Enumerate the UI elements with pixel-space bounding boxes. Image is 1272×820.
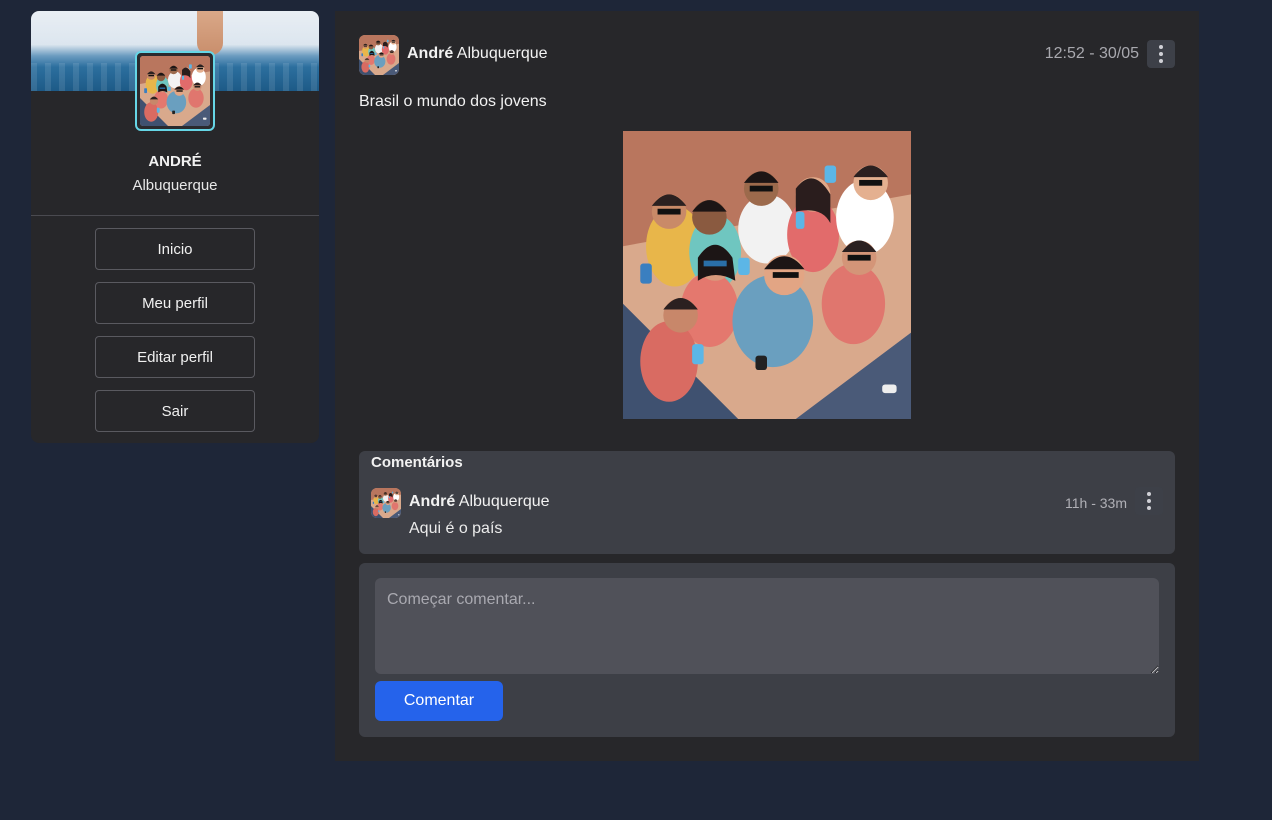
comment-author-last-name: Albuquerque [458,493,550,510]
new-comment-form: Comentar [359,563,1175,737]
comment-time: 11h - 33m [1065,495,1127,511]
group-illustration-image [623,131,911,419]
more-vertical-icon [1159,45,1163,63]
avatar-image [371,488,401,518]
divider [31,215,319,216]
profile-first-name: ANDRÉ [148,153,202,170]
nav-logout-button[interactable]: Sair [95,390,255,432]
more-vertical-icon [1147,492,1151,510]
post-author-avatar[interactable] [359,35,399,75]
comment-author-avatar[interactable] [371,488,401,518]
post-author-first-name: André [407,45,454,62]
nav-edit-profile-button[interactable]: Editar perfil [95,336,255,378]
post-image[interactable] [623,131,911,419]
post-options-button[interactable] [1147,40,1175,68]
post-author-name[interactable]: André Albuquerque [407,45,548,63]
comment-options-button[interactable] [1135,487,1163,515]
post-text: Brasil o mundo dos jovens [359,93,547,110]
post-author-last-name: Albuquerque [456,45,548,62]
cover-figure [197,11,223,55]
comment-author-name[interactable]: André Albuquerque [409,493,550,511]
nav-my-profile-button[interactable]: Meu perfil [95,282,255,324]
profile-sidebar: ANDRÉ Albuquerque Inicio Meu perfil Edit… [31,11,319,443]
post-card: André Albuquerque 12:52 - 30/05 Brasil o… [335,11,1199,761]
comments-section: Comentários André Albuquerque Aqui é o p… [359,451,1175,554]
comment-textarea[interactable] [375,578,1159,674]
comment-author-first-name: André [409,493,456,510]
nav-home-button[interactable]: Inicio [95,228,255,270]
profile-avatar[interactable] [135,51,215,131]
comments-title: Comentários [371,454,463,471]
avatar-image [359,35,399,75]
post-timestamp: 12:52 - 30/05 [1044,45,1139,62]
comment-text: Aqui é o país [409,520,503,537]
profile-last-name: Albuquerque [132,177,218,194]
submit-comment-button[interactable]: Comentar [375,681,503,721]
avatar-image [140,56,210,126]
